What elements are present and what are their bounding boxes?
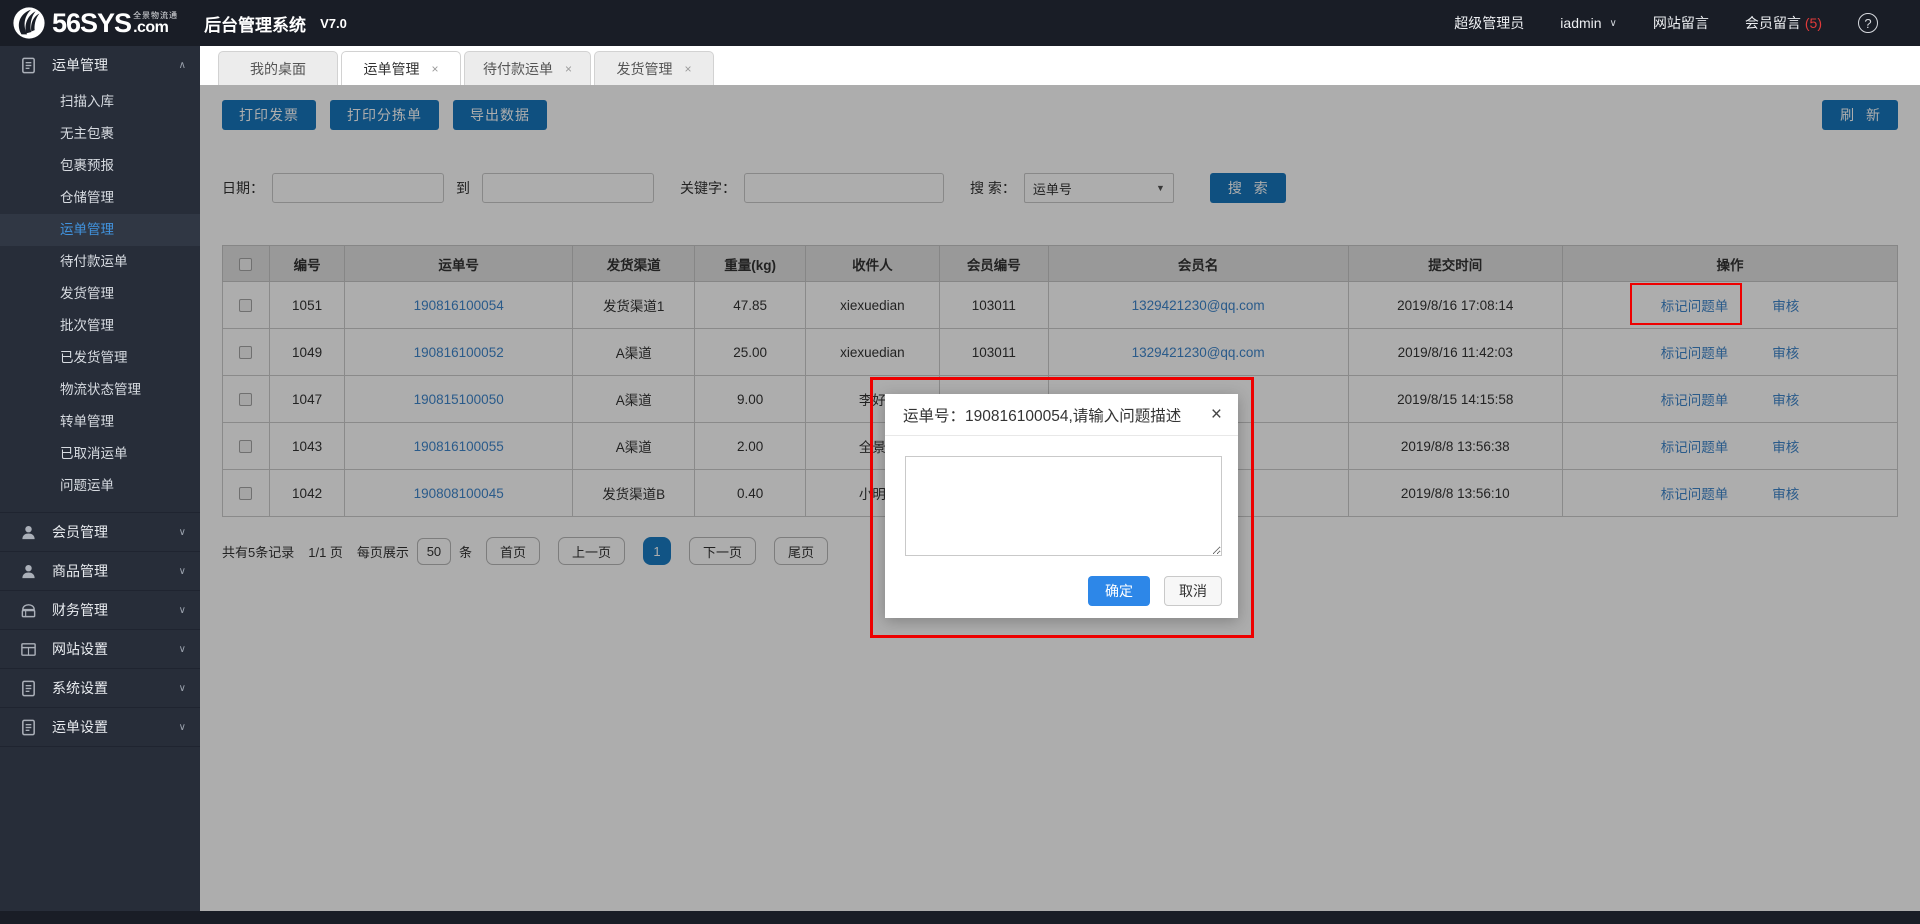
person-icon: [20, 524, 37, 541]
close-icon[interactable]: ×: [431, 62, 438, 76]
sidebar-section-site-settings[interactable]: 网站设置 ∨: [0, 630, 200, 668]
cancel-button[interactable]: 取消: [1164, 576, 1222, 606]
sidebar-section-system-settings[interactable]: 系统设置 ∨: [0, 669, 200, 707]
sidebar-item-parcel-forecast[interactable]: 包裹预报: [0, 150, 200, 182]
doc-icon: [20, 680, 37, 697]
user-role-label: 超级管理员: [1454, 13, 1524, 33]
sidebar-item-cancelled-waybill[interactable]: 已取消运单: [0, 438, 200, 470]
member-message-count: (5): [1805, 15, 1822, 31]
waybill-doc-icon: [20, 57, 37, 74]
tab-bar: 我的桌面 运单管理 × 待付款运单 × 发货管理 ×: [200, 46, 1920, 85]
brand-tld: .com: [133, 20, 178, 36]
tab-waybill-mgmt[interactable]: 运单管理 ×: [341, 51, 461, 85]
sidebar-item-shipped-mgmt[interactable]: 已发货管理: [0, 342, 200, 374]
member-messages-link[interactable]: 会员留言(5): [1745, 13, 1822, 33]
app-title: 后台管理系统: [204, 11, 306, 36]
sidebar-item-scan-inbound[interactable]: 扫描入库: [0, 86, 200, 118]
chevron-down-icon: ∨: [1610, 18, 1617, 29]
chevron-down-icon: ∨: [179, 722, 186, 733]
sidebar-section-waybill-settings[interactable]: 运单设置 ∨: [0, 708, 200, 746]
chevron-down-icon: ∨: [179, 605, 186, 616]
sidebar-item-transfer-mgmt[interactable]: 转单管理: [0, 406, 200, 438]
user-menu[interactable]: iadmin ∨: [1560, 15, 1617, 31]
chevron-down-icon: ∨: [179, 566, 186, 577]
help-icon[interactable]: ?: [1858, 13, 1878, 33]
chevron-up-icon: ∧: [179, 60, 186, 71]
tab-my-desktop[interactable]: 我的桌面: [218, 51, 338, 85]
brand-name: 56SYS: [52, 8, 131, 39]
problem-description-textarea[interactable]: [905, 456, 1222, 556]
close-icon[interactable]: ×: [685, 62, 692, 76]
bottom-strip: [0, 911, 1920, 924]
chevron-down-icon: ∨: [179, 683, 186, 694]
sidebar-section-finance-mgmt[interactable]: 财务管理 ∨: [0, 591, 200, 629]
close-icon[interactable]: ×: [565, 62, 572, 76]
person-icon: [20, 563, 37, 580]
sidebar-section-member-mgmt[interactable]: 会员管理 ∨: [0, 513, 200, 551]
sidebar-item-warehouse-mgmt[interactable]: 仓储管理: [0, 182, 200, 214]
chevron-down-icon: ∨: [179, 644, 186, 655]
site-messages-link[interactable]: 网站留言: [1653, 13, 1709, 33]
confirm-button[interactable]: 确定: [1088, 576, 1150, 606]
dialog-title: 运单号：190816100054,请输入问题描述: [903, 404, 1181, 426]
app-version: V7.0: [320, 16, 347, 31]
sidebar-item-unclaimed-parcel[interactable]: 无主包裹: [0, 118, 200, 150]
problem-description-dialog: 运单号：190816100054,请输入问题描述 × 确定 取消: [885, 394, 1238, 618]
browser-window-icon: [20, 641, 37, 658]
cashbox-icon: [20, 602, 37, 619]
sidebar-section-waybill-mgmt[interactable]: 运单管理 ∧: [0, 46, 200, 84]
chevron-down-icon: ∨: [179, 527, 186, 538]
sidebar-item-problem-waybill[interactable]: 问题运单: [0, 470, 200, 502]
sidebar-section-product-mgmt[interactable]: 商品管理 ∨: [0, 552, 200, 590]
brand-logo-group: 56SYS 全景物流通 .com: [12, 6, 178, 40]
close-icon[interactable]: ×: [1211, 405, 1222, 424]
top-bar: 56SYS 全景物流通 .com 后台管理系统 V7.0 超级管理员 iadmi…: [0, 0, 1920, 46]
sidebar-item-pending-payment[interactable]: 待付款运单: [0, 246, 200, 278]
sidebar-item-shipping-mgmt[interactable]: 发货管理: [0, 278, 200, 310]
sidebar-item-waybill-mgmt[interactable]: 运单管理: [0, 214, 200, 246]
brand-swoosh-icon: [12, 6, 46, 40]
sidebar: 运单管理 ∧ 扫描入库 无主包裹 包裹预报 仓储管理 运单管理 待付款运单 发货…: [0, 46, 200, 911]
username: iadmin: [1560, 15, 1601, 31]
tab-pending-payment[interactable]: 待付款运单 ×: [464, 51, 591, 85]
red-annotation-modal: 运单号：190816100054,请输入问题描述 × 确定 取消: [870, 377, 1254, 638]
sidebar-item-batch-mgmt[interactable]: 批次管理: [0, 310, 200, 342]
doc-icon: [20, 719, 37, 736]
sidebar-item-logistics-status[interactable]: 物流状态管理: [0, 374, 200, 406]
tab-shipping-mgmt[interactable]: 发货管理 ×: [594, 51, 714, 85]
